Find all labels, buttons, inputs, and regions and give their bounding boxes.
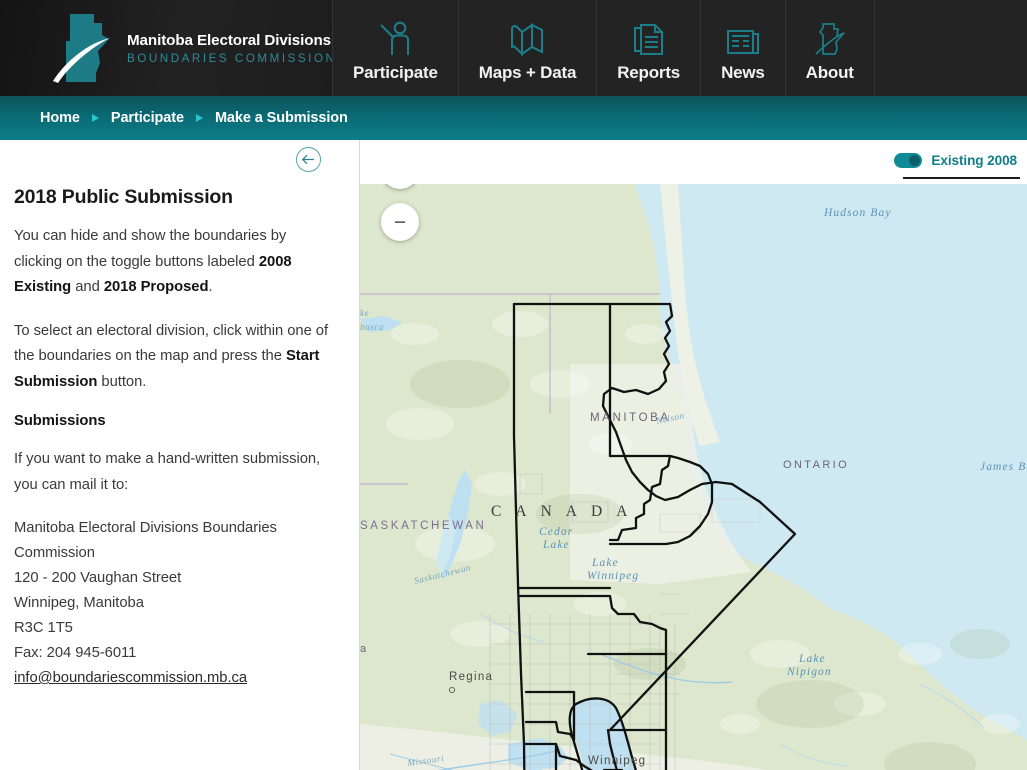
nav-item-maps-data[interactable]: Maps + Data bbox=[457, 0, 597, 96]
instruction-paragraph-select: To select an electoral division, click w… bbox=[14, 322, 329, 390]
instruction-paragraph-toggles: You can hide and show the boundaries by … bbox=[14, 228, 292, 295]
triangle-right-icon bbox=[195, 114, 203, 122]
mailing-address: Manitoba Electoral Divisions Boundaries … bbox=[14, 516, 337, 691]
folded-map-icon bbox=[509, 17, 545, 57]
map-label-lake-nipigon: Lake bbox=[798, 653, 826, 665]
map-label-lake-nipigon-2: Nipigon bbox=[786, 666, 832, 678]
map-label-lake-athabasca-2: basca bbox=[360, 322, 384, 332]
nav-label: News bbox=[721, 63, 765, 82]
map-label-cedar-lake-2: Lake bbox=[542, 539, 570, 551]
toggle-switch-on-icon[interactable] bbox=[894, 153, 923, 168]
address-line: Winnipeg, Manitoba bbox=[14, 595, 144, 611]
newspaper-icon bbox=[725, 17, 761, 57]
address-line-fax: Fax: 204 945-6011 bbox=[14, 645, 137, 661]
address-line: 120 - 200 Vaughan Street bbox=[14, 570, 182, 586]
map-toolbar: Existing 2008 bbox=[360, 140, 1027, 184]
nav-label: Participate bbox=[353, 63, 438, 82]
nav-item-news[interactable]: News bbox=[700, 0, 785, 96]
map-label-winnipeg: Winnipeg bbox=[588, 755, 646, 767]
map-label-regina: Regina bbox=[449, 671, 493, 683]
breadcrumb-item-participate[interactable]: Participate bbox=[111, 110, 184, 126]
toggle-label: Existing 2008 bbox=[931, 153, 1017, 168]
map-label-lake-athabasca: ke bbox=[360, 308, 369, 318]
breadcrumb-item-make-a-submission: Make a Submission bbox=[214, 110, 348, 126]
main-navigation: Participate Maps + Data Reports News Abo… bbox=[332, 0, 1027, 96]
brand-lockup[interactable]: Manitoba Electoral Divisions BOUNDARIES … bbox=[0, 0, 334, 96]
map-label-hudson-bay: Hudson Bay bbox=[823, 207, 892, 219]
existing-2008-toggle-group[interactable]: Existing 2008 bbox=[894, 153, 1020, 179]
map-container[interactable]: Existing 2008 Hudson Bay James B ke basc… bbox=[360, 140, 1027, 770]
map-label-james-bay: James Bay bbox=[980, 461, 1027, 473]
arrow-left-circle-icon[interactable] bbox=[296, 146, 321, 172]
submissions-heading: Submissions bbox=[14, 413, 106, 429]
map-label-canada: C A N A D A bbox=[491, 503, 633, 520]
zoom-out-button[interactable]: − bbox=[381, 203, 419, 241]
nav-item-participate[interactable]: Participate bbox=[332, 0, 458, 96]
map-label-saskatchewan: SASKATCHEWAN bbox=[360, 520, 486, 532]
map-label-ontario: ONTARIO bbox=[783, 459, 849, 471]
page-title: 2018 Public Submission bbox=[14, 186, 233, 208]
nav-item-about[interactable]: About bbox=[784, 0, 874, 96]
brand-title: Manitoba Electoral Divisions bbox=[127, 32, 331, 49]
nav-item-reports[interactable]: Reports bbox=[596, 0, 701, 96]
submission-panel: 2018 Public Submission You can hide and … bbox=[0, 140, 360, 770]
address-line: R3C 1T5 bbox=[14, 620, 73, 636]
back-row bbox=[14, 140, 337, 178]
documents-icon bbox=[632, 17, 666, 57]
map-label-manitoba-edge: a bbox=[360, 643, 369, 655]
address-line: Manitoba Electoral Divisions Boundaries … bbox=[14, 520, 277, 561]
map-label-cedar-lake: Cedar bbox=[539, 526, 573, 538]
person-raising-hand-icon bbox=[378, 17, 412, 57]
contact-email-link[interactable]: info@boundariescommission.mb.ca bbox=[14, 670, 247, 686]
page-root: Manitoba Electoral Divisions BOUNDARIES … bbox=[0, 0, 1027, 770]
breadcrumb: Home Participate Make a Submission bbox=[0, 96, 1027, 140]
manitoba-outline-logo-icon bbox=[52, 11, 114, 85]
minus-icon: − bbox=[393, 210, 407, 234]
nav-label: Reports bbox=[617, 63, 681, 82]
nav-label: Maps + Data bbox=[478, 63, 577, 82]
map-label-lake-winnipeg-2: Winnipeg bbox=[587, 570, 639, 582]
content-area: 2018 Public Submission You can hide and … bbox=[0, 140, 1027, 770]
nav-spacer bbox=[873, 0, 1027, 96]
site-header: Manitoba Electoral Divisions BOUNDARIES … bbox=[0, 0, 1027, 96]
active-indicator bbox=[903, 177, 1020, 179]
manitoba-outline-icon bbox=[814, 17, 846, 57]
map-label-lake-winnipeg: Lake bbox=[591, 557, 619, 569]
handwritten-paragraph: If you want to make a hand-written submi… bbox=[14, 451, 321, 493]
brand-subtitle: BOUNDARIES COMMISSION bbox=[127, 52, 337, 65]
triangle-right-icon bbox=[91, 114, 99, 122]
toggle-knob bbox=[909, 155, 921, 166]
map-canvas[interactable]: Hudson Bay James Bay ke basca C A N A D … bbox=[360, 184, 1027, 770]
nav-label: About bbox=[805, 63, 854, 82]
breadcrumb-item-home[interactable]: Home bbox=[40, 110, 80, 126]
